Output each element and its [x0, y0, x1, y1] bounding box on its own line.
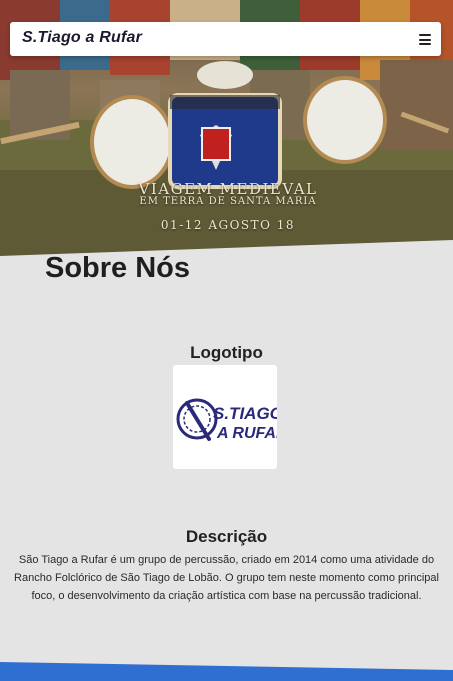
navbar: S.Tiago a Rufar: [10, 22, 441, 56]
logo-text-line-1: S.TIAGO: [213, 404, 277, 423]
section-title: Sobre Nós: [45, 252, 191, 284]
hero-caption-dates: 01-12 AGOSTO 18: [160, 218, 296, 232]
hero-caption-subtitle: EM TERRA DE SANTA MARIA: [139, 196, 317, 207]
logo-card: S.TIAGO A RUFAR: [173, 365, 277, 469]
bottom-decorative-stripe: [0, 662, 453, 681]
description-text: São Tiago a Rufar é um grupo de percussã…: [14, 554, 439, 602]
description-heading: Descrição: [185, 527, 268, 546]
s-tiago-a-rufar-logo: S.TIAGO A RUFAR: [176, 398, 277, 442]
logo-text-line-2: A RUFAR: [216, 425, 277, 442]
navbar-brand[interactable]: S.Tiago a Rufar: [22, 29, 142, 47]
logo-heading: Logotipo: [190, 343, 263, 362]
hamburger-menu-icon[interactable]: [419, 34, 431, 45]
